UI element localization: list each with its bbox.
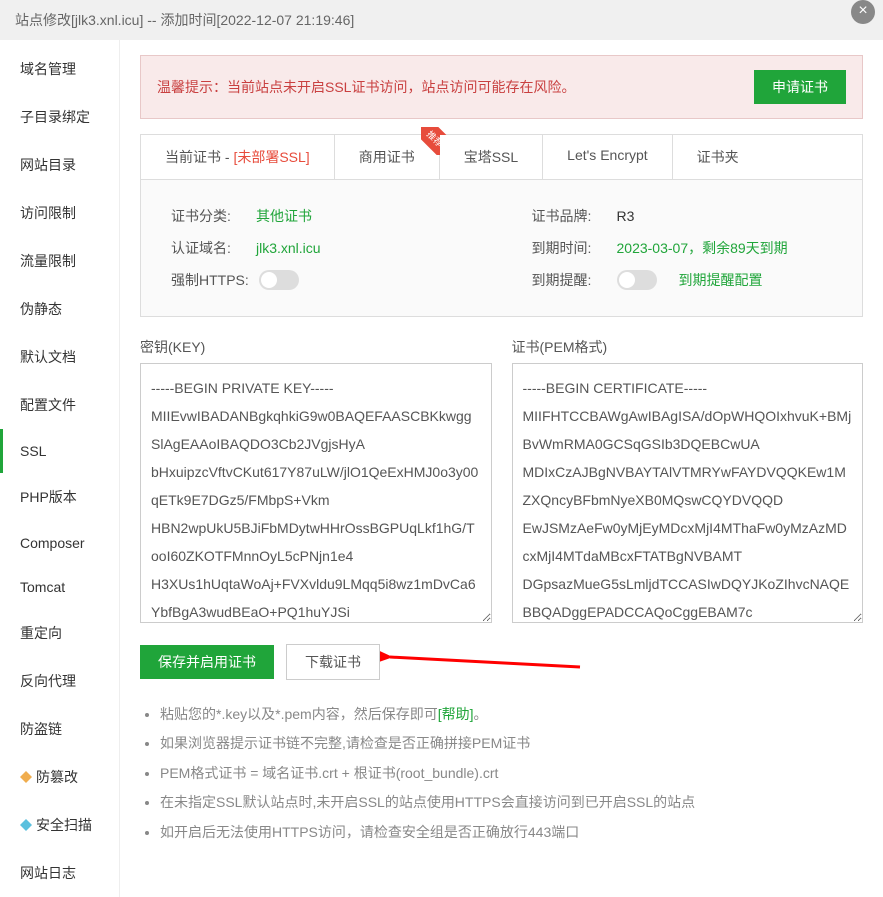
help-list: 粘贴您的*.key以及*.pem内容，然后保存即可[帮助]。 如果浏览器提示证书… <box>140 700 863 847</box>
cert-expire-label: 到期时间: <box>532 238 607 258</box>
ssl-tabs: 当前证书 - [未部署SSL] 商用证书 宝塔SSL Let's Encrypt… <box>140 134 863 180</box>
tab-lets-encrypt[interactable]: Let's Encrypt <box>543 135 673 179</box>
warning-text: 温馨提示：当前站点未开启SSL证书访问，站点访问可能存在风险。 <box>157 77 575 97</box>
tab-current-cert[interactable]: 当前证书 - [未部署SSL] <box>141 135 335 179</box>
cert-category-label: 证书分类: <box>171 206 246 226</box>
sidebar-item-log[interactable]: 网站日志 <box>0 849 119 897</box>
force-https-toggle[interactable] <box>259 270 299 290</box>
cert-expire-value: 2023-03-07，剩余89天到期 <box>617 238 788 258</box>
help-line-2: 如果浏览器提示证书链不完整,请检查是否正确拼接PEM证书 <box>160 729 863 758</box>
download-cert-button[interactable]: 下载证书 <box>286 644 380 680</box>
tab-commercial-cert[interactable]: 商用证书 <box>335 135 440 179</box>
sidebar-item-rewrite[interactable]: 伪静态 <box>0 285 119 333</box>
sidebar-item-redirect[interactable]: 重定向 <box>0 609 119 657</box>
cert-category-value: 其他证书 <box>256 206 312 226</box>
modal-title: 站点修改[jlk3.xnl.icu] -- 添加时间[2022-12-07 21… <box>15 12 354 28</box>
sidebar-item-tomcat[interactable]: Tomcat <box>0 565 119 609</box>
remind-config-link[interactable]: 到期提醒配置 <box>679 270 763 290</box>
save-enable-cert-button[interactable]: 保存并启用证书 <box>140 645 274 679</box>
sidebar-item-traffic[interactable]: 流量限制 <box>0 237 119 285</box>
diamond-blue-icon <box>20 819 32 831</box>
sidebar-item-access[interactable]: 访问限制 <box>0 189 119 237</box>
cert-domain-value: jlk3.xnl.icu <box>256 240 321 256</box>
sidebar-item-hotlink[interactable]: 防盗链 <box>0 705 119 753</box>
sidebar-item-proxy[interactable]: 反向代理 <box>0 657 119 705</box>
cert-info-card: 证书分类: 其他证书 认证域名: jlk3.xnl.icu 强制HTTPS: 证… <box>140 180 863 317</box>
sidebar: 域名管理 子目录绑定 网站目录 访问限制 流量限制 伪静态 默认文档 配置文件 … <box>0 40 120 897</box>
sidebar-item-php[interactable]: PHP版本 <box>0 473 119 521</box>
warning-bar: 温馨提示：当前站点未开启SSL证书访问，站点访问可能存在风险。 申请证书 <box>140 55 863 119</box>
sidebar-item-webdir[interactable]: 网站目录 <box>0 141 119 189</box>
cert-domain-label: 认证域名: <box>171 238 246 258</box>
tab-baota-ssl[interactable]: 宝塔SSL <box>440 135 543 179</box>
sidebar-item-tamper[interactable]: 防篡改 <box>0 753 119 801</box>
help-link[interactable]: [帮助] <box>438 706 474 722</box>
sidebar-item-default[interactable]: 默认文档 <box>0 333 119 381</box>
sidebar-item-subdir[interactable]: 子目录绑定 <box>0 93 119 141</box>
sidebar-item-domain[interactable]: 域名管理 <box>0 45 119 93</box>
help-line-1: 粘贴您的*.key以及*.pem内容，然后保存即可[帮助]。 <box>160 700 863 729</box>
tab-cert-folder[interactable]: 证书夹 <box>673 135 763 179</box>
sidebar-item-config[interactable]: 配置文件 <box>0 381 119 429</box>
red-arrow-annotation-icon <box>380 649 600 679</box>
help-line-3: PEM格式证书 = 域名证书.crt + 根证书(root_bundle).cr… <box>160 759 863 788</box>
key-textarea[interactable] <box>140 363 492 623</box>
force-https-label: 强制HTTPS: <box>171 270 249 290</box>
key-label: 密钥(KEY) <box>140 337 492 357</box>
expire-remind-toggle[interactable] <box>617 270 657 290</box>
apply-cert-button[interactable]: 申请证书 <box>754 70 846 104</box>
modal-header: 站点修改[jlk3.xnl.icu] -- 添加时间[2022-12-07 21… <box>0 0 883 40</box>
sidebar-item-ssl[interactable]: SSL <box>0 429 119 473</box>
pem-textarea[interactable] <box>512 363 864 623</box>
diamond-yellow-icon <box>20 771 32 783</box>
pem-label: 证书(PEM格式) <box>512 337 864 357</box>
sidebar-item-composer[interactable]: Composer <box>0 521 119 565</box>
cert-brand-value: R3 <box>617 208 635 224</box>
close-icon[interactable]: × <box>851 0 875 24</box>
cert-brand-label: 证书品牌: <box>532 206 607 226</box>
help-line-5: 如开启后无法使用HTTPS访问，请检查安全组是否正确放行443端口 <box>160 818 863 847</box>
cert-remind-label: 到期提醒: <box>532 270 607 290</box>
help-line-4: 在未指定SSL默认站点时,未开启SSL的站点使用HTTPS会直接访问到已开启SS… <box>160 788 863 817</box>
